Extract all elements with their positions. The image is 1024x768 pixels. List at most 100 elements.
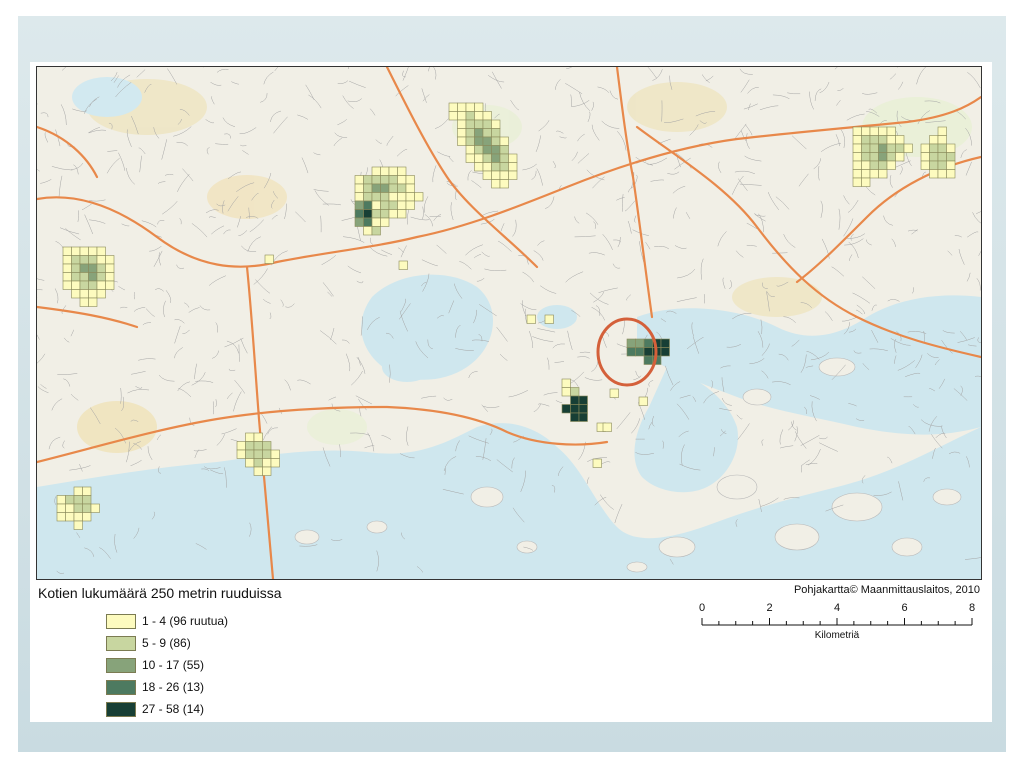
grid-cell <box>861 135 871 145</box>
grid-cell <box>388 166 398 176</box>
grid-cell <box>73 486 83 496</box>
grid-cell <box>861 160 871 170</box>
grid-cell <box>253 449 263 459</box>
legend-label: 27 - 58 (14) <box>142 702 205 716</box>
grid-cell <box>946 152 956 162</box>
grid-cell <box>363 183 373 193</box>
scale-tick-label: 0 <box>699 602 705 614</box>
grid-cell <box>380 217 390 227</box>
grid-cell <box>397 200 407 210</box>
grid-cell <box>354 192 364 202</box>
legend-title: Kotien lukumäärä 250 metrin ruuduissa <box>38 585 282 601</box>
scale-tick-label: 4 <box>834 602 840 614</box>
grid-cell <box>660 347 670 357</box>
legend-label: 18 - 26 (13) <box>142 680 205 694</box>
grid-cell <box>474 136 484 146</box>
grid-cell <box>380 200 390 210</box>
grid-cell <box>561 404 571 414</box>
grid-cell <box>71 263 81 273</box>
grid-cell <box>371 200 381 210</box>
grid-cell <box>73 495 83 505</box>
grid-cell <box>499 179 509 189</box>
grid-cell <box>245 432 255 442</box>
grid-cell <box>929 143 939 153</box>
grid-cell <box>371 175 381 185</box>
grid-cell <box>96 246 106 256</box>
grid-cell <box>869 126 879 136</box>
grid-cell <box>65 503 75 513</box>
grid-cell <box>609 388 619 398</box>
grid-cell <box>79 297 89 307</box>
grid-cell <box>474 153 484 163</box>
grid-cell <box>852 126 862 136</box>
grid-cell <box>236 449 246 459</box>
grid-cell <box>878 160 888 170</box>
grid-cell <box>869 152 879 162</box>
grid-cell <box>878 143 888 153</box>
grid-cell <box>414 192 424 202</box>
grid-cell <box>861 143 871 153</box>
grid-cell <box>491 162 501 172</box>
grid-cell <box>937 169 947 179</box>
grid-cell <box>852 135 862 145</box>
grid-cell <box>937 143 947 153</box>
grid-cell <box>638 396 648 406</box>
grid-cell <box>861 126 871 136</box>
grid-cell <box>380 209 390 219</box>
grid-cell <box>253 458 263 468</box>
grid-cell <box>79 289 89 299</box>
grid-cell <box>363 209 373 219</box>
grid-cell <box>526 314 536 324</box>
grid-cell <box>929 152 939 162</box>
map-svg <box>37 67 981 579</box>
grid-cell <box>561 387 571 397</box>
legend-item: 18 - 26 (13) <box>106 676 228 698</box>
grid-cell <box>852 177 862 187</box>
grid-cell <box>88 272 98 282</box>
grid-cell <box>508 170 518 180</box>
grid-cell <box>643 338 653 348</box>
grid-cell <box>499 170 509 180</box>
grid-cell <box>397 192 407 202</box>
grid-cell <box>363 217 373 227</box>
legend-label: 5 - 9 (86) <box>142 636 191 650</box>
grid-cell <box>482 136 492 146</box>
grid-cell <box>643 355 653 365</box>
grid-cell <box>363 192 373 202</box>
grid-cell <box>65 512 75 522</box>
grid-cell <box>491 145 501 155</box>
grid-cell <box>253 432 263 442</box>
grid-cell <box>73 520 83 530</box>
grid-cell <box>570 395 580 405</box>
grid-cell <box>937 135 947 145</box>
grid-cell <box>397 183 407 193</box>
grid-cell <box>491 119 501 129</box>
grid-cell <box>886 160 896 170</box>
grid-cell <box>96 263 106 273</box>
grid-cell <box>499 136 509 146</box>
grid-cell <box>465 136 475 146</box>
grid-cell <box>71 246 81 256</box>
grid-cell <box>578 395 588 405</box>
grid-cell <box>90 503 100 513</box>
grid-cell <box>499 153 509 163</box>
grid-cell <box>371 209 381 219</box>
grid-cell <box>895 135 905 145</box>
legend-label: 10 - 17 (55) <box>142 658 205 672</box>
grid-cell <box>71 255 81 265</box>
grid-cell <box>508 162 518 172</box>
grid-cell <box>71 289 81 299</box>
grid-cell <box>491 170 501 180</box>
grid-cell <box>508 153 518 163</box>
grid-cell <box>405 192 415 202</box>
grid-cell <box>82 503 92 513</box>
grid-cell <box>405 200 415 210</box>
grid-cell <box>380 175 390 185</box>
grid-cell <box>457 119 467 129</box>
grid-cell <box>397 175 407 185</box>
grid-cell <box>482 119 492 129</box>
grid-cell <box>363 175 373 185</box>
legend-swatch <box>106 613 136 629</box>
grid-cell <box>62 280 72 290</box>
grid-cell <box>62 272 72 282</box>
